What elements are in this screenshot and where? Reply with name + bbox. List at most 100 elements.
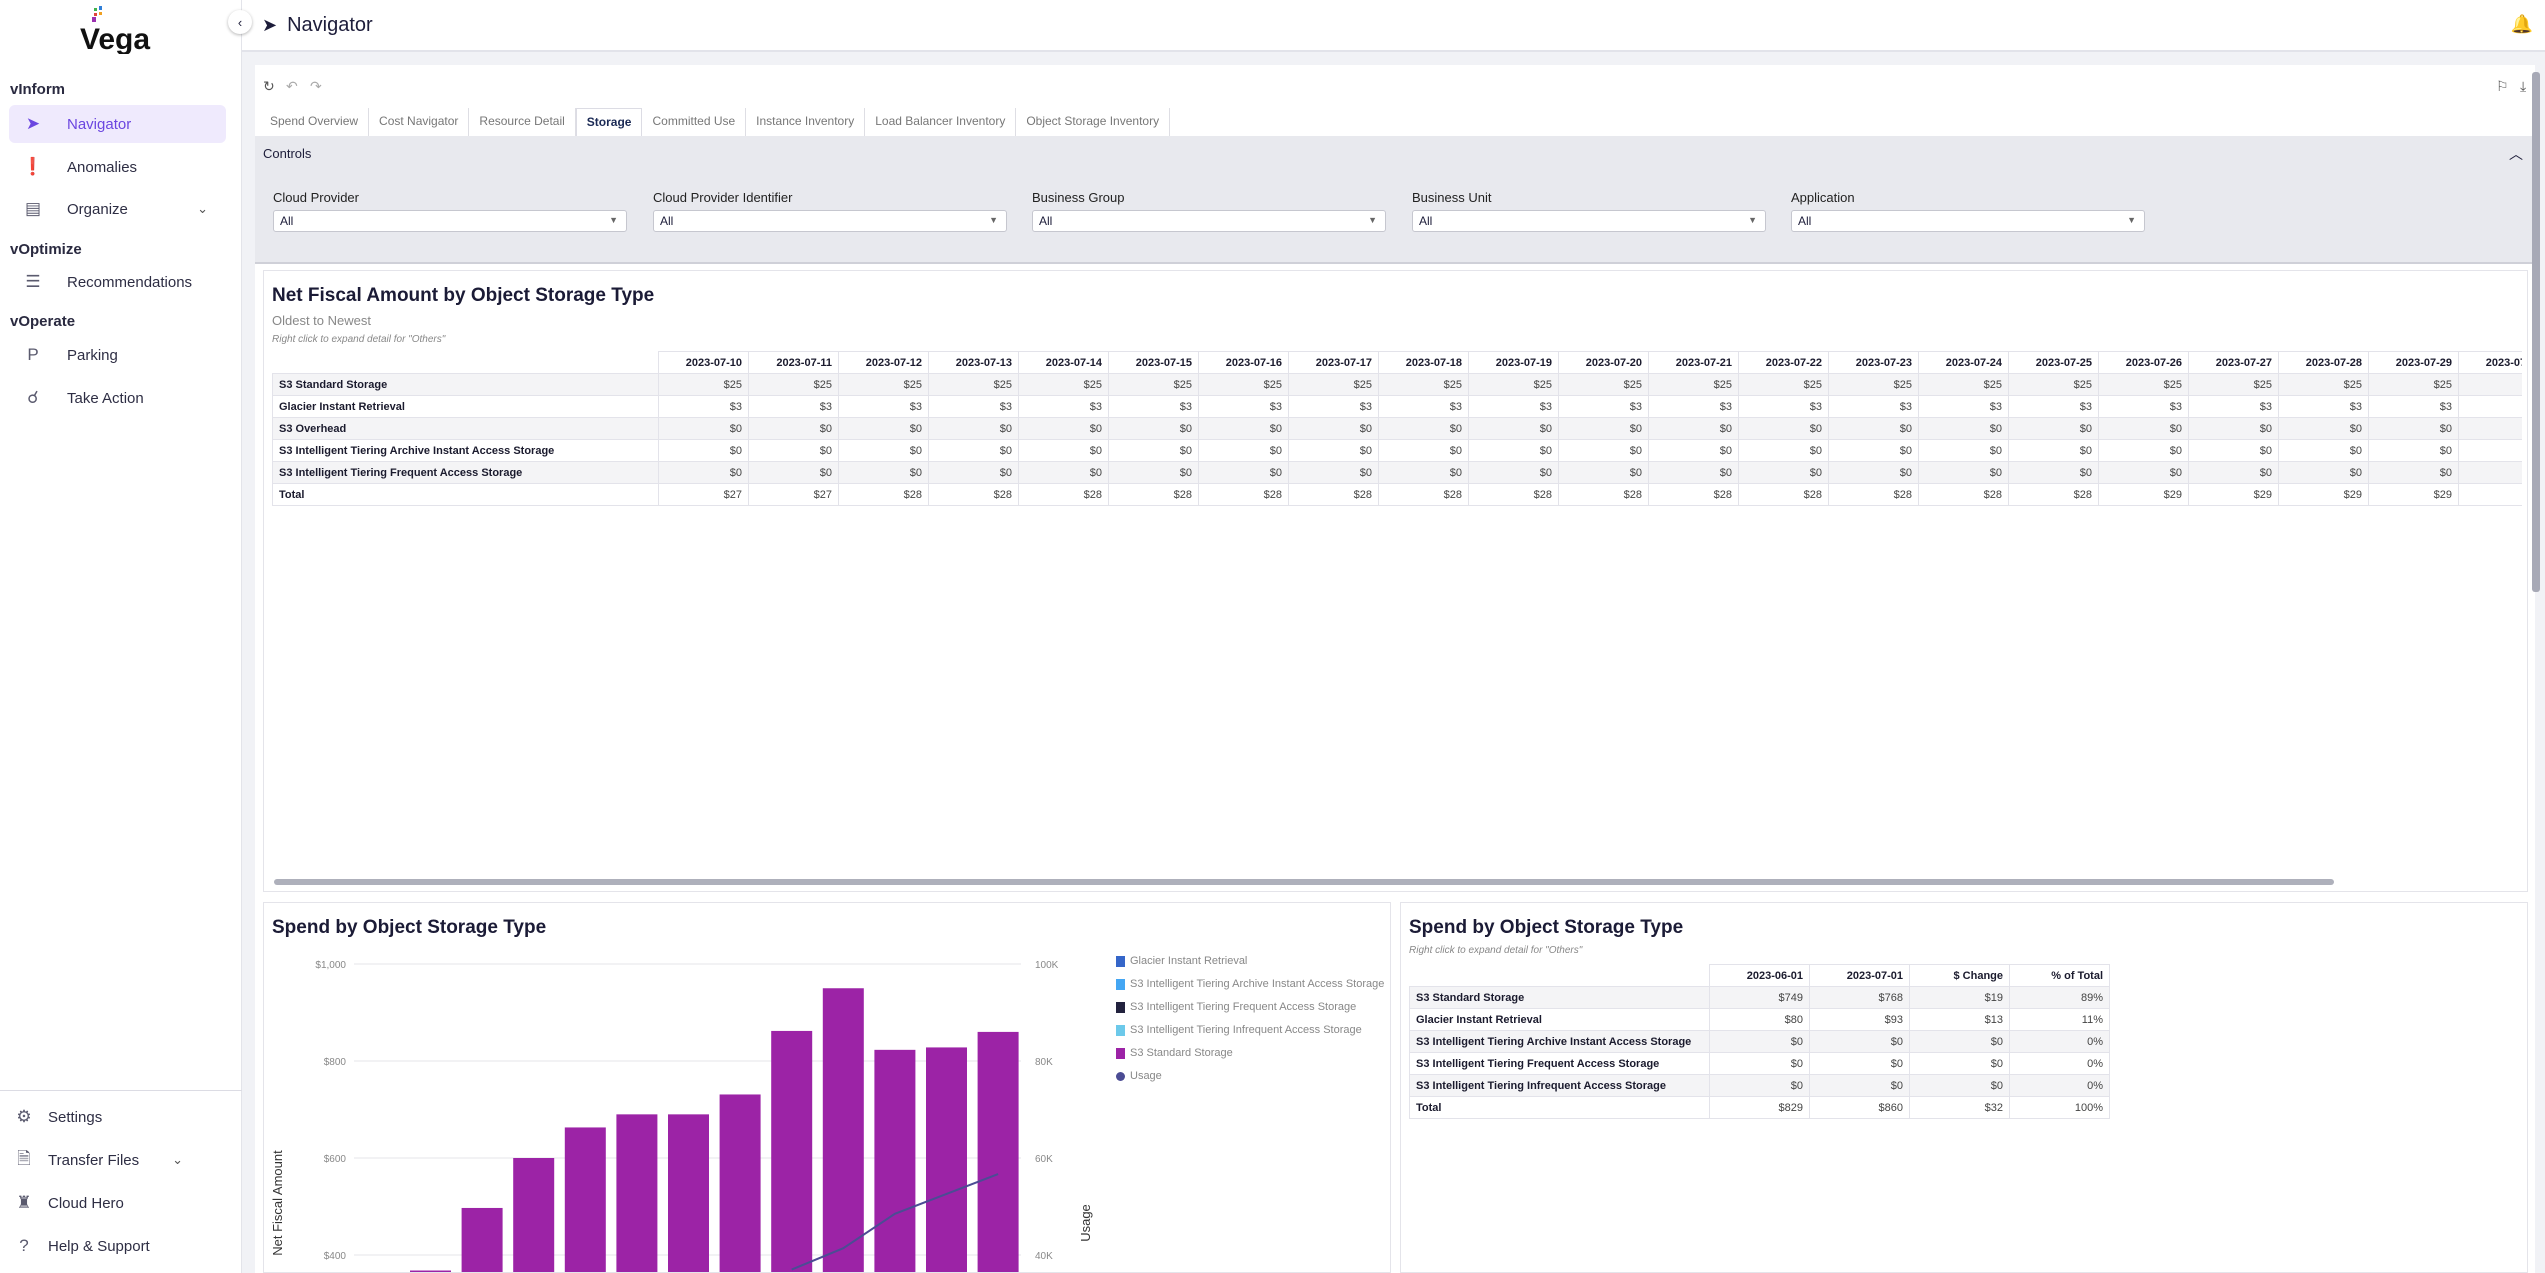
column-header: 2023-07-24 [1918,351,2009,374]
row-label[interactable]: S3 Intelligent Tiering Archive Instant A… [272,439,659,462]
vega-logo: Vega [80,6,150,54]
reset-icon[interactable]: ↻ [263,78,275,95]
bar [668,1114,709,1272]
column-header: 2023-07-01 [1809,964,1910,987]
cell-value: $3 [2188,395,2279,418]
bookmark-icon[interactable]: ⚐ [2496,78,2509,95]
tab-object-storage-inventory[interactable]: Object Storage Inventory [1016,108,1171,136]
row-label[interactable]: Glacier Instant Retrieval [1409,1008,1710,1031]
bar [874,1049,916,1272]
sidebar-item-take-action[interactable]: ☌ Take Action [9,379,226,417]
chevron-up-icon[interactable]: ︿ [2509,144,2523,164]
filter-application: Application All ▼ [1791,190,2145,232]
cell-value: $0 [1828,461,1919,484]
row-label[interactable]: S3 Intelligent Tiering Frequent Access S… [272,461,659,484]
redo-icon[interactable]: ↷ [310,78,322,95]
cell-value: $80 [1709,1008,1810,1031]
notification-bell-icon[interactable]: 🔔 [2511,14,2533,35]
tab-cost-navigator[interactable]: Cost Navigator [369,108,470,136]
cell-value: $28 [1648,483,1739,506]
legend-item[interactable]: Usage [1116,1070,1162,1082]
dropdown-arrow-icon: ▼ [1368,215,1377,225]
download-icon[interactable]: ⤓ [2520,78,2526,95]
net-fiscal-table: 2023-07-10 2023-07-11 2023-07-12 2023-07-13… [272,351,2522,506]
cell-value: $0 [1198,439,1289,462]
cell-value: 11% [2009,1008,2110,1031]
cell-value: 0% [2009,1052,2110,1075]
cell-value: $28 [1378,483,1469,506]
table-row: Total $27 $27 $28 $28 $28 $28 $28 $28 $28 $28 $28 $2… [272,483,2522,506]
cell-value: $25 [928,373,1019,396]
filter-value: All [1039,214,1053,228]
row-label[interactable]: S3 Intelligent Tiering Infrequent Access… [1409,1074,1710,1097]
filter-select[interactable]: All ▼ [1791,210,2145,232]
cell-value: $0 [1709,1052,1810,1075]
undo-icon[interactable]: ↶ [286,78,298,95]
filter-label: Cloud Provider Identifier [653,190,793,205]
horizontal-scrollbar[interactable] [274,879,2334,885]
row-label[interactable]: Total [272,483,659,506]
cell-value: $3 [1648,395,1739,418]
tab-spend-overview[interactable]: Spend Overview [260,108,370,136]
sidebar-item-recommendations[interactable]: ☰ Recommendations [9,263,226,301]
top-bar: ➤ Navigator 🔔 [242,0,2545,52]
vertical-scrollbar[interactable] [2532,72,2540,592]
cell-value: $3 [658,395,749,418]
row-label[interactable]: S3 Standard Storage [272,373,659,396]
cell-value [2458,439,2522,462]
tab-committed-use[interactable]: Committed Use [642,108,747,136]
sidebar-item-settings[interactable]: ⚙ Settings [0,1098,217,1136]
legend-item[interactable]: S3 Intelligent Tiering Infrequent Access… [1116,1024,1362,1036]
row-label[interactable]: Glacier Instant Retrieval [272,395,659,418]
sidebar-item-parking[interactable]: P Parking [9,336,226,374]
filter-select[interactable]: All ▼ [1412,210,1766,232]
sidebar-item-cloud-hero[interactable]: ♜ Cloud Hero [0,1184,217,1222]
tab-load-balancer-inventory[interactable]: Load Balancer Inventory [865,108,1017,136]
cell-value: $0 [2368,461,2459,484]
cell-value: $0 [2098,439,2189,462]
filter-select[interactable]: All ▼ [653,210,1007,232]
tab-bar: Spend Overview Cost Navigator Resource Det… [260,108,1171,136]
cell-value [2458,417,2522,440]
bar [616,1114,658,1272]
filter-select[interactable]: All ▼ [1032,210,1386,232]
cell-value: $3 [1108,395,1199,418]
row-label[interactable]: S3 Overhead [272,417,659,440]
row-label[interactable]: S3 Intelligent Tiering Frequent Access S… [1409,1052,1710,1075]
legend-item[interactable]: Glacier Instant Retrieval [1116,955,1247,967]
cell-value: $0 [748,417,839,440]
bar [822,988,864,1272]
spend-summary-table: 2023-06-01 2023-07-01 $ Change% of Total S3… [1409,964,2110,1119]
sidebar-item-transfer-files[interactable]: 🗎 Transfer Files ⌄ [0,1141,217,1179]
legend-item[interactable]: S3 Intelligent Tiering Archive Instant A… [1116,978,1384,990]
cell-value: $28 [1288,483,1379,506]
filter-select[interactable]: All ▼ [273,210,627,232]
legend-item[interactable]: S3 Intelligent Tiering Frequent Access S… [1116,1001,1356,1013]
cell-value [2458,373,2522,396]
cell-value: $3 [748,395,839,418]
help-icon: ? [19,1236,29,1255]
sidebar-item-organize[interactable]: ▤ Organize ⌄ [9,190,226,228]
cell-value: $0 [1558,439,1649,462]
action-icon: ☌ [27,388,39,407]
legend-label: Usage [1130,1070,1162,1082]
sidebar-item-navigator[interactable]: ➤ Navigator [9,105,226,143]
cell-value: 0% [2009,1030,2110,1053]
cell-value: $0 [838,439,929,462]
tab-resource-detail[interactable]: Resource Detail [469,108,576,136]
cell-value: $25 [1828,373,1919,396]
cell-value: $25 [838,373,929,396]
legend-swatch [1116,978,1125,990]
sidebar-item-label: Settings [48,1108,103,1126]
tab-instance-inventory[interactable]: Instance Inventory [746,108,866,136]
sidebar-item-help-support[interactable]: ? Help & Support [0,1227,217,1265]
row-label[interactable]: Total [1409,1096,1710,1119]
cell-value: $25 [1378,373,1469,396]
collapse-sidebar-button[interactable]: ‹ [228,10,252,34]
net-fiscal-panel: Net Fiscal Amount by Object Storage Type… [263,270,2528,892]
row-label[interactable]: S3 Standard Storage [1409,986,1710,1009]
sidebar-item-anomalies[interactable]: ❗ Anomalies [9,148,226,186]
tab-storage[interactable]: Storage [575,108,643,136]
row-label[interactable]: S3 Intelligent Tiering Archive Instant A… [1409,1030,1710,1053]
legend-item[interactable]: S3 Standard Storage [1116,1047,1233,1059]
